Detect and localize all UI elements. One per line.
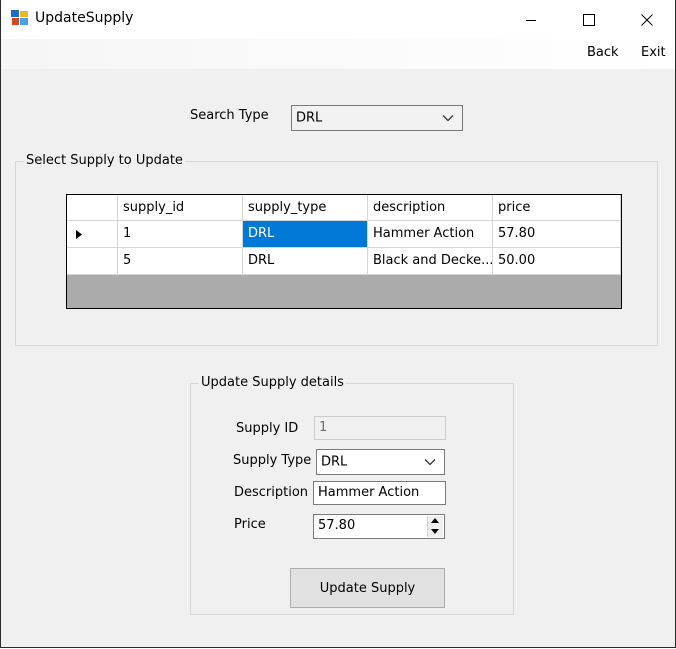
price-label: Price	[234, 517, 266, 532]
chevron-down-icon	[424, 459, 436, 466]
close-icon	[641, 13, 653, 26]
table-cell-supply-type[interactable]: DRL	[243, 248, 368, 275]
update-supply-window: UpdateSupply Back Exit Search Type DRL S…	[0, 0, 676, 648]
supply-type-label: Supply Type	[233, 453, 312, 468]
supply-id-label: Supply ID	[236, 421, 299, 436]
table-cell-supply-id[interactable]: 5	[118, 248, 243, 275]
maximize-icon	[583, 13, 595, 26]
caret-up-icon	[431, 518, 439, 523]
current-row-arrow-icon	[76, 230, 82, 239]
table-cell-description[interactable]: Black and Decke...	[368, 248, 493, 275]
description-field[interactable]: Hammer Action	[313, 481, 446, 505]
column-header-supply-type[interactable]: supply_type	[243, 195, 368, 221]
spin-down-button[interactable]	[428, 526, 443, 537]
minimize-icon	[526, 19, 536, 21]
column-header-supply-id[interactable]: supply_id	[118, 195, 243, 221]
table-cell-price[interactable]: 50.00	[493, 248, 621, 275]
select-supply-group-title: Select Supply to Update	[24, 153, 185, 168]
app-icon	[11, 10, 29, 26]
minimize-button[interactable]	[508, 0, 554, 39]
maximize-button[interactable]	[566, 0, 612, 39]
row-header[interactable]	[67, 248, 118, 275]
row-header-current[interactable]	[67, 221, 118, 248]
close-button[interactable]	[624, 0, 670, 39]
search-type-label: Search Type	[190, 108, 269, 123]
table-cell-supply-type-selected[interactable]: DRL	[243, 221, 368, 248]
grid-corner-header[interactable]	[67, 195, 118, 221]
table-cell-description[interactable]: Hammer Action	[368, 221, 493, 248]
column-header-description[interactable]: description	[368, 195, 493, 221]
price-spin-buttons[interactable]	[427, 516, 443, 537]
price-stepper[interactable]: 57.80	[313, 514, 445, 539]
table-cell-supply-id[interactable]: 1	[118, 221, 243, 248]
search-type-value: DRL	[296, 110, 323, 126]
price-value: 57.80	[318, 518, 356, 533]
supply-type-value: DRL	[321, 454, 348, 470]
table-cell-price[interactable]: 57.80	[493, 221, 621, 248]
column-header-price[interactable]: price	[493, 195, 621, 221]
update-details-group-title: Update Supply details	[199, 375, 346, 390]
supply-id-field: 1	[314, 416, 446, 440]
description-label: Description	[234, 485, 309, 500]
window-title: UpdateSupply	[35, 10, 134, 26]
supply-type-combo[interactable]: DRL	[316, 449, 445, 475]
update-supply-button[interactable]: Update Supply	[290, 568, 445, 608]
caret-down-icon	[431, 529, 439, 534]
menu-back[interactable]: Back	[583, 45, 623, 60]
supply-data-grid[interactable]: supply_id supply_type description price …	[66, 194, 622, 309]
menu-bar: Back Exit	[1, 39, 675, 69]
search-type-combo[interactable]: DRL	[291, 105, 463, 131]
chevron-down-icon	[442, 115, 454, 122]
menu-exit[interactable]: Exit	[637, 45, 670, 60]
title-bar[interactable]: UpdateSupply	[1, 0, 675, 39]
